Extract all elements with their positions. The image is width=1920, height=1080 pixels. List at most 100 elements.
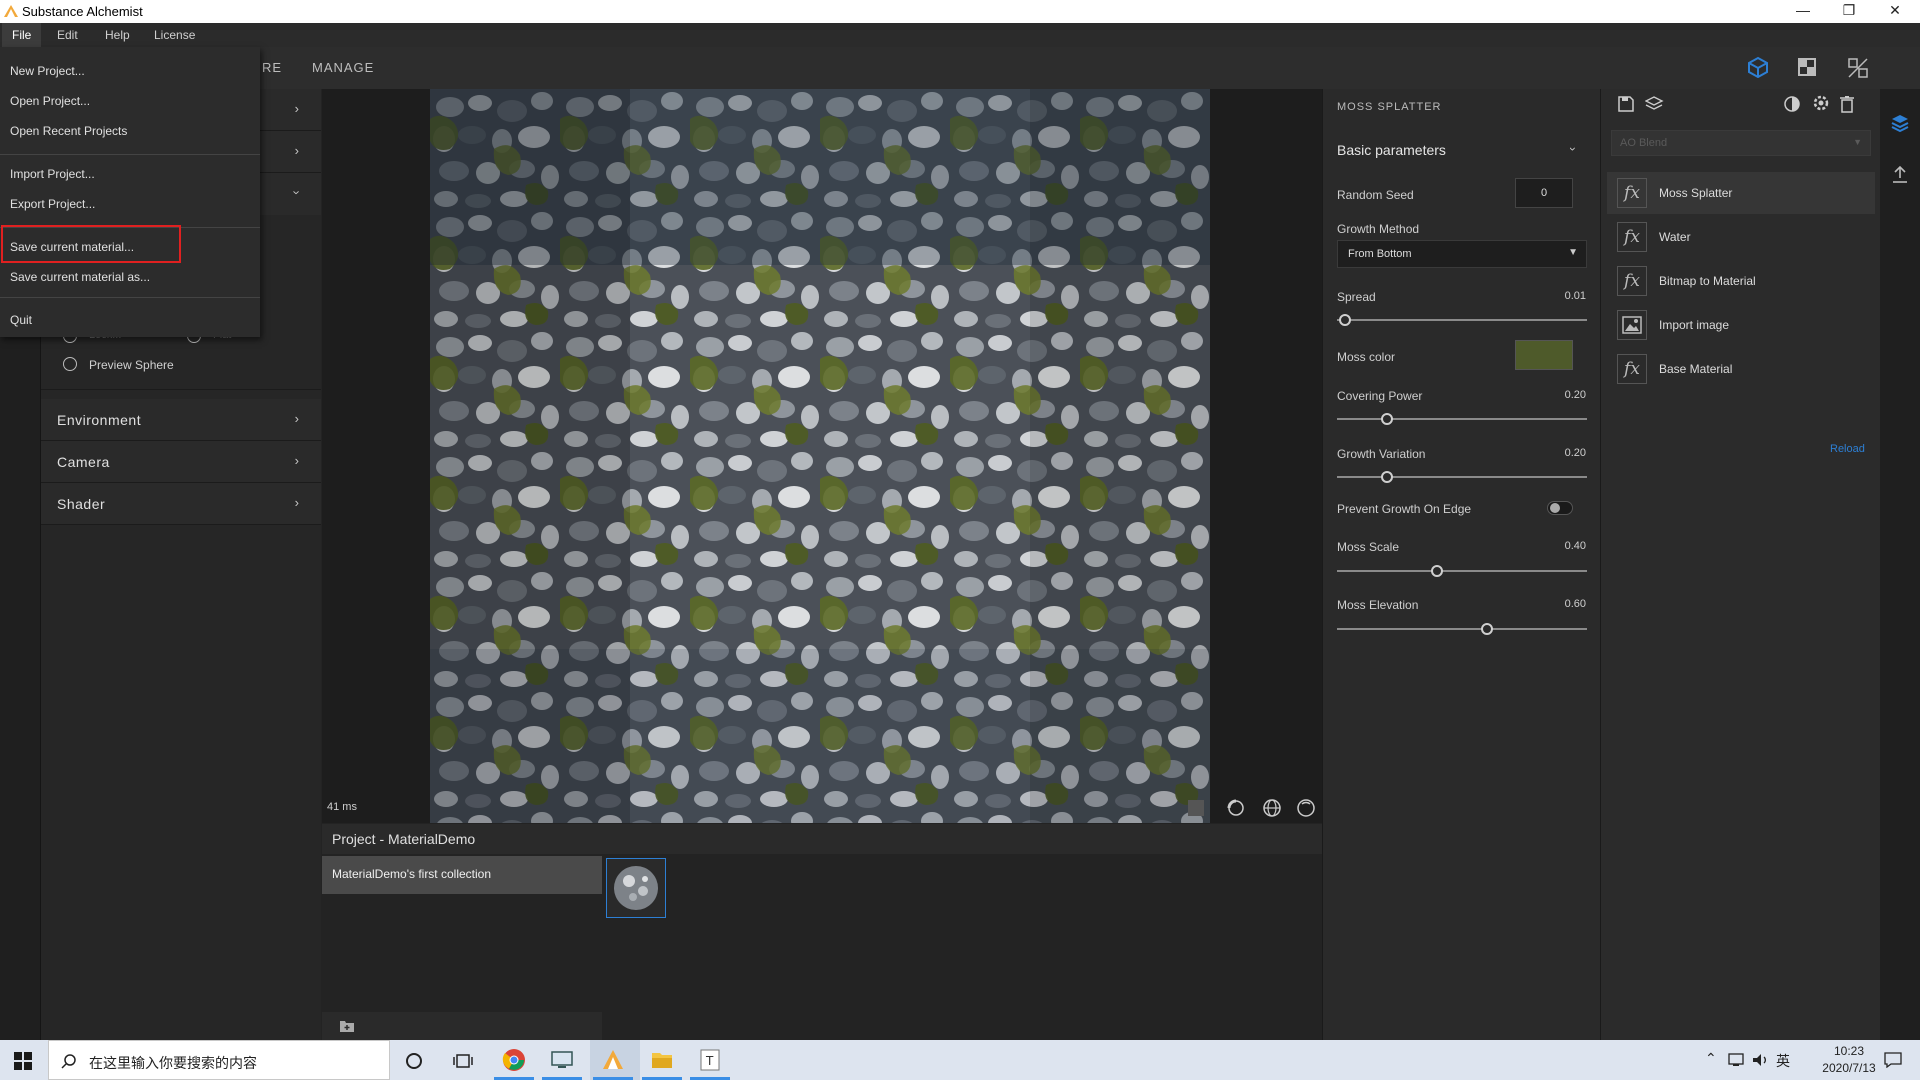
dropdown-arrow-icon: ▼ xyxy=(1568,247,1578,258)
menu-edit[interactable]: Edit xyxy=(47,23,88,47)
reload-link[interactable]: Reload xyxy=(1830,443,1865,455)
menu-open-project[interactable]: Open Project... xyxy=(0,87,260,115)
chrome-icon[interactable] xyxy=(502,1048,526,1072)
task-view-icon[interactable] xyxy=(453,1052,473,1070)
tab-partial[interactable]: RE xyxy=(262,60,282,75)
split-view-icon[interactable] xyxy=(1847,57,1869,79)
growth-variation-slider[interactable] xyxy=(1337,476,1587,478)
growth-method-select[interactable]: From Bottom ▼ xyxy=(1337,240,1587,268)
layer-item[interactable]: fx Base Material xyxy=(1607,348,1875,390)
section-label: Environment xyxy=(57,412,142,428)
slider-knob[interactable] xyxy=(1431,565,1443,577)
moss-elevation-slider[interactable] xyxy=(1337,628,1587,630)
layer-item[interactable]: Import image xyxy=(1607,304,1875,346)
random-seed-label: Random Seed xyxy=(1337,188,1414,202)
ime-indicator[interactable]: 英 xyxy=(1776,1051,1790,1071)
section-label: Shader xyxy=(57,496,106,512)
search-placeholder: 在这里输入你要搜索的内容 xyxy=(89,1055,257,1071)
section-shader[interactable]: Shader › xyxy=(41,483,321,525)
moss-color-label: Moss color xyxy=(1337,350,1396,364)
layer-item[interactable]: fx Water xyxy=(1607,216,1875,258)
restore-button[interactable]: ❐ xyxy=(1826,0,1872,23)
trash-icon[interactable] xyxy=(1839,95,1855,113)
material-thumbnail[interactable] xyxy=(606,858,666,918)
layer-item[interactable]: fx Moss Splatter xyxy=(1607,172,1875,214)
menu-help[interactable]: Help xyxy=(95,23,140,47)
close-button[interactable]: ✕ xyxy=(1872,0,1918,23)
layers-icon[interactable] xyxy=(1890,113,1910,133)
chevron-down-icon: › xyxy=(289,190,305,195)
blend-mode-select[interactable]: AO Blend ▼ xyxy=(1611,130,1871,156)
layer-name: Water xyxy=(1659,230,1691,244)
export-icon[interactable] xyxy=(1891,165,1909,185)
menu-license[interactable]: License xyxy=(144,23,205,47)
covering-power-slider[interactable] xyxy=(1337,418,1587,420)
notification-icon[interactable] xyxy=(1884,1052,1902,1068)
menu-export-project[interactable]: Export Project... xyxy=(0,190,260,218)
tab-manage[interactable]: MANAGE xyxy=(312,60,374,75)
minimize-button[interactable]: — xyxy=(1780,0,1826,23)
clock-time[interactable]: 10:23 xyxy=(1814,1044,1884,1058)
covering-power-label: Covering Power xyxy=(1337,389,1423,403)
menu-open-recent[interactable]: Open Recent Projects xyxy=(0,117,260,145)
taskbar-search[interactable]: 在这里输入你要搜索的内容 xyxy=(48,1040,390,1080)
add-folder-icon[interactable] xyxy=(340,1020,354,1032)
slider-knob[interactable] xyxy=(1381,471,1393,483)
svg-text:T: T xyxy=(705,1054,714,1068)
growth-method-value: From Bottom xyxy=(1348,248,1412,260)
file-explorer-icon[interactable] xyxy=(650,1048,674,1072)
layer-name: Import image xyxy=(1659,318,1730,332)
menu-file[interactable]: File xyxy=(2,23,42,47)
fx-icon: fx xyxy=(1617,354,1647,384)
app-logo-icon xyxy=(4,5,18,17)
top-tab-bar: RE MANAGE xyxy=(0,47,1920,89)
network-icon[interactable] xyxy=(1728,1052,1746,1068)
add-layer-icon[interactable] xyxy=(1645,95,1665,113)
clock-date[interactable]: 2020/7/13 xyxy=(1804,1061,1894,1075)
volume-icon[interactable] xyxy=(1752,1052,1770,1068)
layer-name: Base Material xyxy=(1659,362,1733,376)
spread-value: 0.01 xyxy=(1564,290,1586,302)
collection-item[interactable]: MaterialDemo's first collection xyxy=(322,856,602,894)
globe-icon[interactable] xyxy=(1262,798,1282,818)
rotate-view-icon[interactable] xyxy=(1226,798,1246,818)
project-footer xyxy=(322,1012,602,1040)
slider-knob[interactable] xyxy=(1381,413,1393,425)
material-preview[interactable] xyxy=(430,89,1210,823)
cortana-icon[interactable] xyxy=(405,1052,423,1070)
params-group-title[interactable]: Basic parameters xyxy=(1337,142,1446,158)
menu-quit[interactable]: Quit xyxy=(0,306,260,334)
tray-expand-icon[interactable]: ⌃ xyxy=(1705,1050,1717,1067)
chevron-down-icon[interactable]: › xyxy=(1566,147,1580,151)
text-editor-icon[interactable]: T xyxy=(698,1048,722,1072)
slider-knob[interactable] xyxy=(1338,314,1351,326)
menu-save-material-as[interactable]: Save current material as... xyxy=(0,263,260,291)
layer-item[interactable]: fx Bitmap to Material xyxy=(1607,260,1875,302)
sphere-icon[interactable] xyxy=(1296,798,1316,818)
spread-slider[interactable] xyxy=(1337,319,1587,321)
prevent-growth-label: Prevent Growth On Edge xyxy=(1337,502,1472,516)
2d-view-icon[interactable] xyxy=(1797,57,1817,77)
random-seed-input[interactable]: 0 xyxy=(1515,178,1573,208)
section-environment[interactable]: Environment › xyxy=(41,399,321,441)
3d-view-icon[interactable] xyxy=(1747,56,1769,78)
prevent-growth-toggle[interactable] xyxy=(1547,501,1573,515)
fx-icon: fx xyxy=(1617,178,1647,208)
moss-scale-slider[interactable] xyxy=(1337,570,1587,572)
menu-import-project[interactable]: Import Project... xyxy=(0,160,260,188)
gear-icon[interactable] xyxy=(1811,93,1831,113)
slider-knob[interactable] xyxy=(1481,623,1493,635)
monitor-app-icon[interactable] xyxy=(550,1048,574,1072)
screenshot-icon[interactable] xyxy=(1188,800,1204,816)
menu-new-project[interactable]: New Project... xyxy=(0,57,260,85)
params-header: MOSS SPLATTER xyxy=(1337,101,1442,113)
section-camera[interactable]: Camera › xyxy=(41,441,321,483)
substance-alchemist-icon[interactable] xyxy=(601,1048,625,1072)
windows-start-icon[interactable] xyxy=(14,1052,32,1070)
preview-sphere-radio[interactable] xyxy=(63,357,77,371)
moss-elevation-label: Moss Elevation xyxy=(1337,598,1419,612)
save-icon[interactable] xyxy=(1617,95,1635,113)
contrast-icon[interactable] xyxy=(1783,95,1801,113)
chevron-right-icon: › xyxy=(294,143,299,158)
moss-color-swatch[interactable] xyxy=(1515,340,1573,370)
